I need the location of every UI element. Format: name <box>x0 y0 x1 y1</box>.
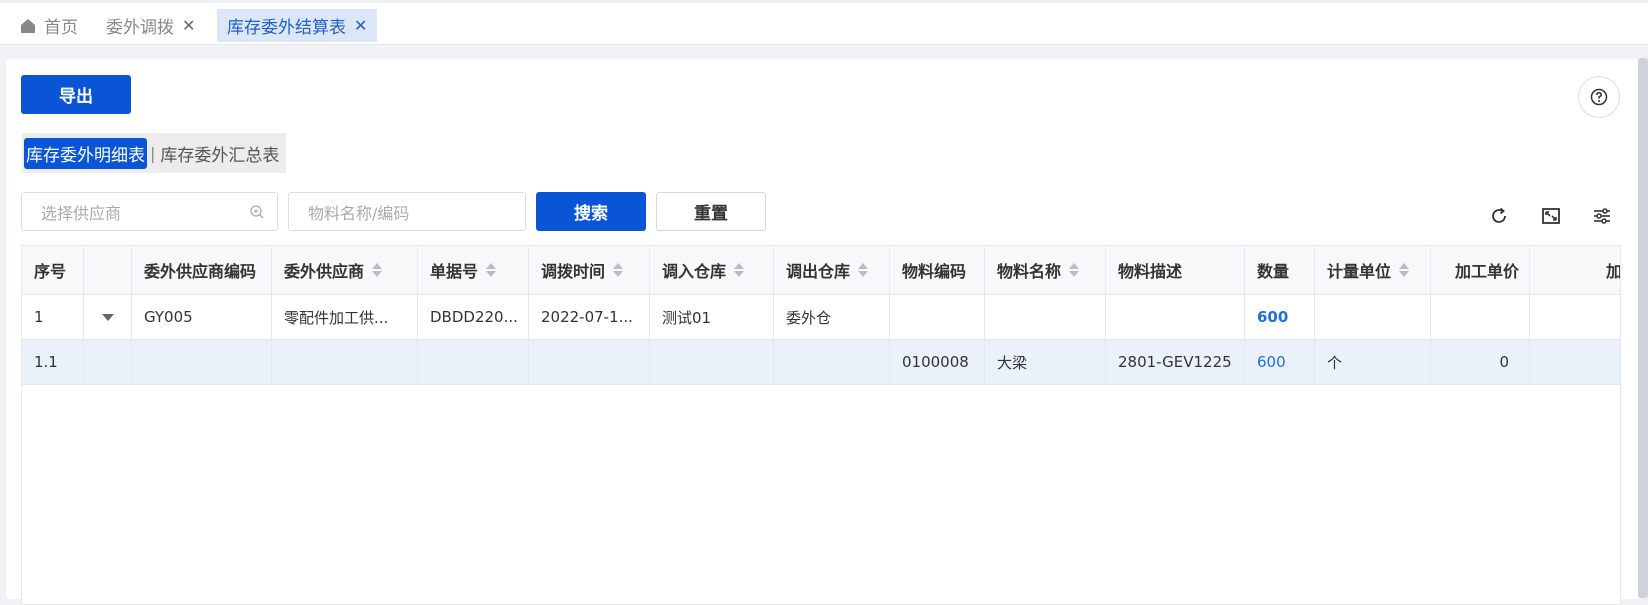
cell-supplier-code <box>132 340 272 384</box>
close-icon[interactable]: ✕ <box>354 16 367 35</box>
cell-doc-no <box>418 340 529 384</box>
cell-unit: 个 <box>1315 340 1431 384</box>
expand-toggle[interactable] <box>84 295 132 339</box>
export-button[interactable]: 导出 <box>21 75 131 114</box>
table-header: 序号 委外供应商编码 委外供应商 单据号 调拨时间 调入仓库 调出仓库 物料编码… <box>22 246 1621 295</box>
table-row[interactable]: 1 GY005 零配件加工供... DBDD220... 2022-07-1..… <box>22 295 1620 340</box>
tab-label: 首页 <box>44 18 78 38</box>
home-icon <box>21 18 35 33</box>
cell-material-desc: 2801-GEV1225 <box>1106 340 1245 384</box>
col-more: 加 <box>1605 262 1621 281</box>
cell-time <box>529 340 650 384</box>
close-icon[interactable]: ✕ <box>182 16 195 35</box>
tab-settlement-report[interactable]: 库存委外结算表 ✕ <box>217 9 378 42</box>
subtab-divider: | <box>150 143 156 163</box>
tab-home[interactable]: 首页 <box>10 9 88 42</box>
cell-unit-price: 0 <box>1431 340 1530 384</box>
col-label: 调拨时间 <box>541 262 606 281</box>
expand-caret-icon[interactable] <box>101 313 114 321</box>
col-seq: 序号 <box>22 246 84 294</box>
cell-doc-no: DBDD220... <box>418 295 529 339</box>
col-label: 调出仓库 <box>786 262 851 281</box>
cell-quantity-link[interactable]: 600 <box>1245 295 1315 339</box>
col-label: 物料名称 <box>997 262 1062 281</box>
help-icon <box>1590 88 1608 106</box>
col-material-code: 物料编码 <box>890 246 985 294</box>
col-label: 计量单位 <box>1327 262 1392 281</box>
col-out-warehouse[interactable]: 调出仓库 <box>774 246 890 294</box>
tab-outsource-transfer[interactable]: 委外调拨 ✕ <box>96 9 205 42</box>
col-in-warehouse[interactable]: 调入仓库 <box>650 246 774 294</box>
sort-icon[interactable] <box>1399 263 1410 277</box>
cell-seq: 1.1 <box>22 340 84 384</box>
material-placeholder: 物料名称/编码 <box>308 203 410 223</box>
material-input[interactable]: 物料名称/编码 <box>288 192 526 231</box>
sort-icon[interactable] <box>613 263 624 277</box>
subtab-summary[interactable]: 库存委外汇总表 <box>158 138 281 169</box>
expand-toggle <box>84 340 132 384</box>
sort-icon[interactable] <box>734 263 745 277</box>
cell-time: 2022-07-1... <box>529 295 650 339</box>
cell-supplier: 零配件加工供... <box>272 295 418 339</box>
cell-in-warehouse <box>650 340 774 384</box>
sort-icon[interactable] <box>486 263 497 277</box>
cell-supplier <box>272 340 418 384</box>
cell-material-code <box>890 295 985 339</box>
cell-material-code: 0100008 <box>890 340 985 384</box>
cell-out-warehouse <box>774 340 890 384</box>
cell-unit-price <box>1431 295 1530 339</box>
col-unit[interactable]: 计量单位 <box>1315 246 1431 294</box>
col-label: 单据号 <box>430 262 479 281</box>
cell-quantity-link[interactable]: 600 <box>1245 340 1315 384</box>
sort-icon[interactable] <box>858 263 869 277</box>
search-icon[interactable] <box>249 204 265 220</box>
supplier-select[interactable]: 选择供应商 <box>21 192 278 231</box>
cell-material-desc <box>1106 295 1245 339</box>
sort-icon[interactable] <box>1069 263 1080 277</box>
cell-out-warehouse: 委外仓 <box>774 295 890 339</box>
cell-in-warehouse: 测试01 <box>650 295 774 339</box>
col-supplier-code: 委外供应商编码 <box>132 246 272 294</box>
column-settings-icon[interactable] <box>1591 205 1613 227</box>
col-material-name[interactable]: 物料名称 <box>985 246 1106 294</box>
cell-material-name <box>985 295 1106 339</box>
col-unit-price: 加工单价 <box>1431 246 1530 294</box>
col-supplier[interactable]: 委外供应商 <box>272 246 418 294</box>
tab-label: 库存委外结算表 <box>227 18 346 38</box>
fullscreen-icon[interactable] <box>1540 205 1562 227</box>
cell-material-name: 大梁 <box>985 340 1106 384</box>
refresh-icon[interactable] <box>1488 205 1510 227</box>
table-row[interactable]: 1.1 0100008 大梁 2801-GEV1225 600 个 0 <box>22 340 1620 385</box>
cell-unit <box>1315 295 1431 339</box>
help-button[interactable] <box>1578 76 1620 118</box>
col-doc-no[interactable]: 单据号 <box>418 246 529 294</box>
supplier-placeholder: 选择供应商 <box>41 203 122 223</box>
cell-more <box>1530 340 1620 384</box>
col-expand <box>84 246 132 294</box>
col-label: 调入仓库 <box>662 262 727 281</box>
reset-button[interactable]: 重置 <box>656 192 766 231</box>
tab-label: 委外调拨 <box>106 18 174 38</box>
subtab-detail[interactable]: 库存委外明细表 <box>24 137 147 169</box>
col-material-desc: 物料描述 <box>1106 246 1245 294</box>
col-transfer-time[interactable]: 调拨时间 <box>529 246 650 294</box>
cell-more <box>1530 295 1620 339</box>
report-subtabs: 库存委外明细表 | 库存委外汇总表 <box>22 133 286 173</box>
search-button[interactable]: 搜索 <box>536 192 646 231</box>
data-table: 序号 委外供应商编码 委外供应商 单据号 调拨时间 调入仓库 调出仓库 物料编码… <box>21 245 1621 605</box>
cell-supplier-code: GY005 <box>132 295 272 339</box>
col-label: 委外供应商 <box>284 262 365 281</box>
tab-bar: 首页 委外调拨 ✕ 库存委外结算表 ✕ <box>0 0 1648 45</box>
cell-seq: 1 <box>22 295 84 339</box>
col-quantity: 数量 <box>1245 246 1315 294</box>
scrollbar[interactable] <box>1638 58 1648 598</box>
sort-icon[interactable] <box>372 263 383 277</box>
